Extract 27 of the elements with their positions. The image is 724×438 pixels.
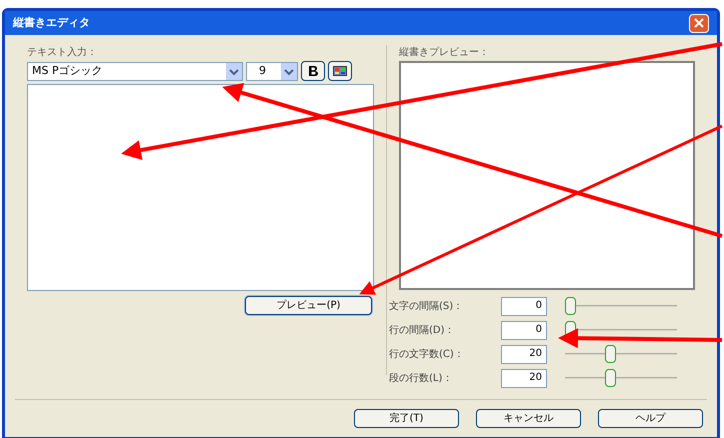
window-title: 縦書きエディタ bbox=[13, 14, 90, 31]
close-icon bbox=[694, 18, 704, 28]
palette-icon bbox=[333, 66, 347, 76]
dialog-button[interactable]: キャンセル bbox=[476, 409, 581, 428]
setting-label: 行の文字数(C)： bbox=[389, 348, 465, 362]
close-button[interactable] bbox=[689, 14, 709, 32]
number-field[interactable]: 20 bbox=[501, 368, 547, 388]
slider-thumb[interactable] bbox=[565, 297, 576, 315]
slider-thumb[interactable] bbox=[605, 369, 616, 387]
slider-thumb[interactable] bbox=[605, 345, 616, 363]
preview-label: 縦書きプレビュー： bbox=[399, 46, 490, 60]
preview-button[interactable]: プレビュー(P) bbox=[245, 296, 372, 315]
size-dropdown[interactable]: 9 bbox=[246, 62, 298, 80]
bold-button[interactable] bbox=[301, 61, 325, 81]
setting-label: 文字の間隔(S)： bbox=[389, 300, 464, 314]
dialog-button[interactable]: 完了(T) bbox=[354, 409, 459, 428]
number-field[interactable]: 0 bbox=[501, 296, 547, 316]
bold-icon bbox=[307, 65, 319, 77]
color-button[interactable] bbox=[328, 61, 352, 81]
text-input-label: テキスト入力： bbox=[27, 46, 98, 60]
text-input-area[interactable] bbox=[27, 84, 374, 291]
number-field[interactable]: 0 bbox=[501, 320, 547, 340]
setting-label: 段の行数(L)： bbox=[389, 372, 454, 386]
dialog-button[interactable]: ヘルプ bbox=[598, 409, 703, 428]
number-field[interactable]: 20 bbox=[501, 344, 547, 364]
font-dropdown[interactable]: MS Pゴシック bbox=[27, 62, 243, 80]
setting-label: 行の間隔(D)： bbox=[389, 324, 456, 338]
